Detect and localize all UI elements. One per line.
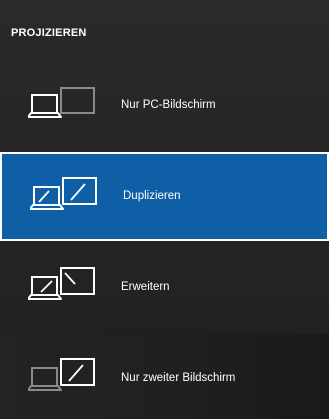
option-second-screen-only[interactable]: Nur zweiter Bildschirm [0,334,329,419]
option-label: Nur zweiter Bildschirm [121,372,236,384]
second-screen-only-icon [28,357,114,397]
extend-icon [28,266,114,306]
option-pc-screen-only[interactable]: Nur PC-Bildschirm [0,62,329,150]
option-label: Nur PC-Bildschirm [121,99,216,111]
panel-title: PROJIZIEREN [11,27,87,39]
duplicate-icon [30,176,116,216]
pc-screen-only-icon [28,86,114,126]
option-label: Erweitern [121,281,170,293]
option-label: Duplizieren [123,190,181,202]
option-duplicate[interactable]: Duplizieren [0,152,329,241]
project-panel: PROJIZIEREN Nur PC-Bildschirm Dupliziere… [0,0,329,419]
option-extend[interactable]: Erweitern [0,244,329,332]
